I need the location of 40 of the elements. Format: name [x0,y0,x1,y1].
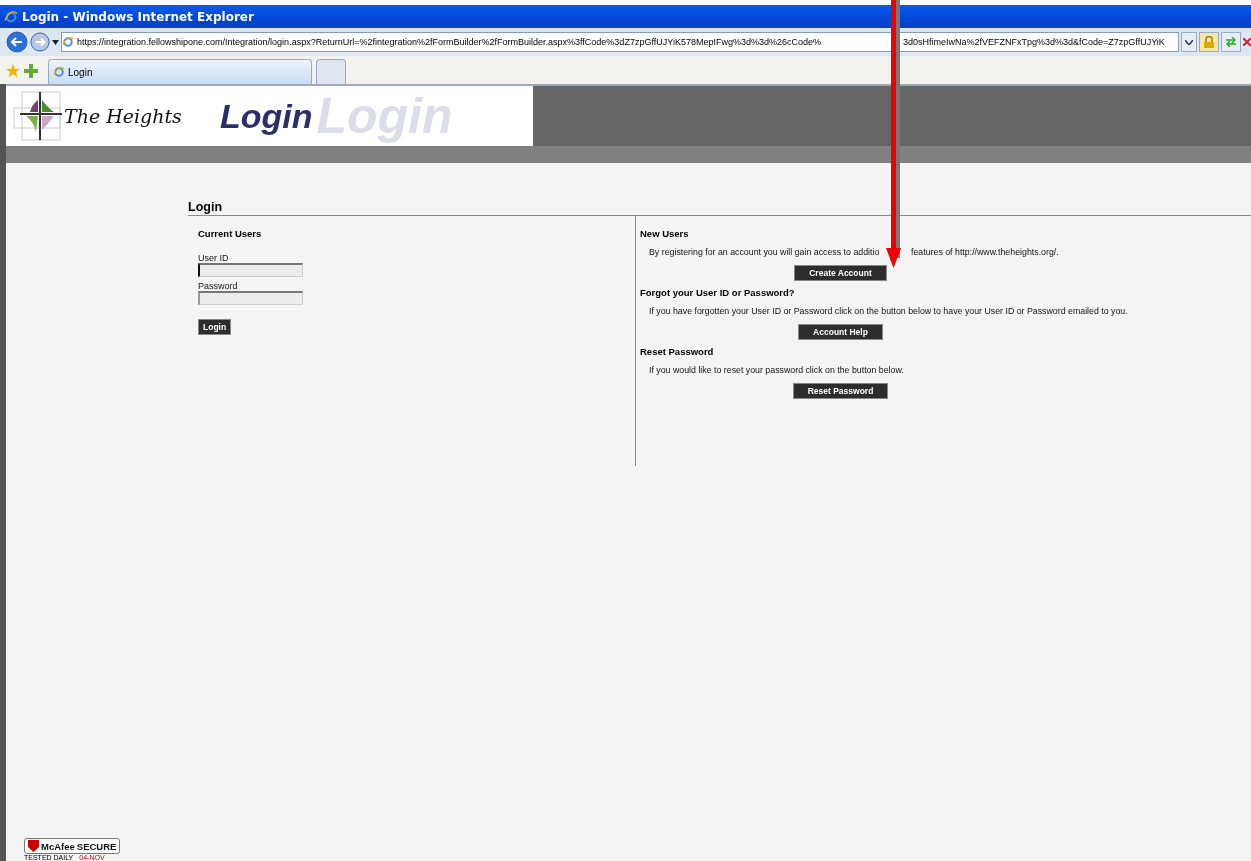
section-heading: Current Users [198,228,262,239]
arrows-icon [1225,37,1237,47]
banner-title: Login [219,96,313,136]
security-badge: McAfee SECURE [24,838,121,854]
back-button[interactable] [6,31,28,53]
refresh-button[interactable] [1221,32,1241,52]
description-text: If you have forgotten your User ID or Password click on the button below to have your User ID or Password emailed to you. [649,306,1128,316]
shield-icon [28,840,39,852]
description-text: If you would like to reset your password click on the button below. [649,365,904,375]
section-heading: Reset Password [640,346,715,357]
input-field[interactable] [198,263,303,277]
browser-icon [53,66,65,78]
description-text: features of http://www.theheights.org/. [911,247,1059,257]
star-icon[interactable] [6,64,20,78]
lock-icon [1204,36,1214,48]
action-button[interactable]: Account Help [798,324,883,340]
field-label: User ID [198,253,229,263]
chevron-icon [1185,39,1193,45]
login-button[interactable]: Login [198,319,232,335]
add-favorite-icon[interactable] [24,64,38,78]
field-label: Password [198,281,238,291]
address-field[interactable] [61,32,1179,52]
section-heading: Forgot your User ID or Password? [640,287,796,298]
window-title: Login - Windows Internet Explorer [22,9,254,24]
description-text: By registering for an account you will gain access to additio [649,247,881,257]
url-text: 3d0sHfimeIwNa%2fVEFZNFxTpg%3d%3d&fCode=Z7zpGffUJYiK [903,37,1165,47]
url-text: https://integration.fellowshipone.com/Integration/login.aspx?ReturnUrl=%2fintegration%2fFormBuilder%2fFormBuilder.aspx%3ffCode%3dZ7zpGffUJYiK578MepIFwg%3d%3d%26cCode% [77,37,822,47]
dropdown-button[interactable] [1181,32,1197,52]
input-field[interactable] [198,291,303,305]
dropdown-icon[interactable] [52,39,59,45]
section-heading: New Users [640,228,690,239]
action-button[interactable]: Reset Password [792,383,889,399]
brand-name: The Heights [64,105,182,127]
cross-logo-icon [12,90,62,142]
browser-tab[interactable]: Login [48,59,312,84]
action-button[interactable]: Create Account [794,265,887,281]
forward-button[interactable] [30,32,50,52]
browser-icon [62,36,74,48]
browser-icon [4,9,18,24]
stop-icon[interactable] [1243,38,1251,46]
